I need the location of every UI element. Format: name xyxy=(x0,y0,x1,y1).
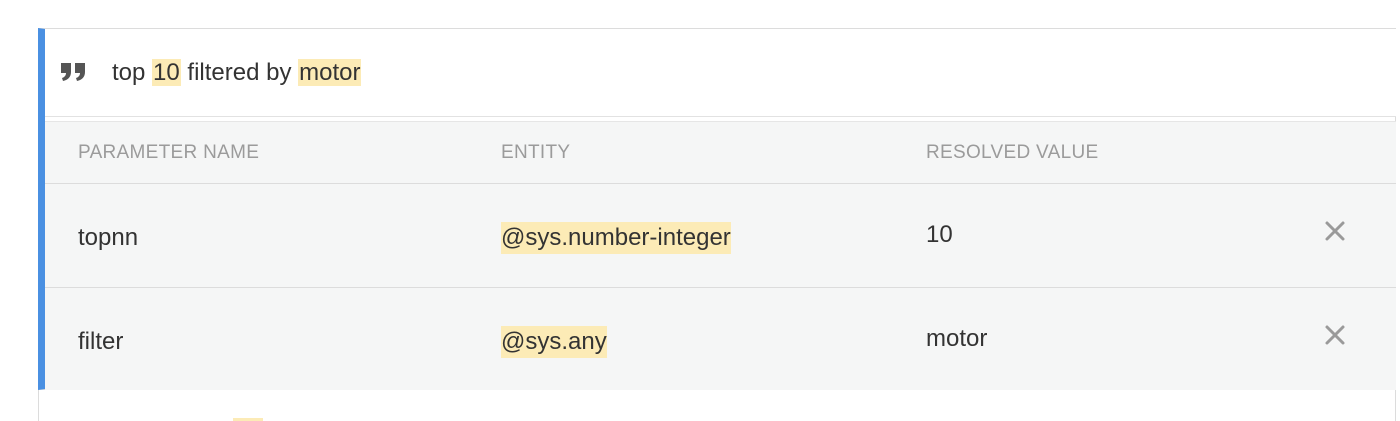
annotated-filter[interactable]: motor xyxy=(298,59,362,86)
close-icon[interactable] xyxy=(1322,322,1348,348)
training-phrase-row[interactable]: top 10 filtered by motor xyxy=(45,29,1396,117)
quote-icon xyxy=(60,59,88,83)
next-training-phrase-row[interactable] xyxy=(38,390,1396,421)
table-row: topnn @sys.number-integer 10 xyxy=(45,184,1396,288)
entity-name[interactable]: @sys.number-integer xyxy=(501,222,731,254)
column-header-parameter-name: PARAMETER NAME xyxy=(78,142,260,163)
parameter-name[interactable]: filter xyxy=(78,326,123,358)
close-icon[interactable] xyxy=(1322,218,1348,244)
parameters-table: PARAMETER NAME ENTITY RESOLVED VALUE top… xyxy=(45,121,1396,390)
phrase-text-part: filtered by xyxy=(180,59,299,86)
entity-name[interactable]: @sys.any xyxy=(501,326,607,358)
training-phrase-text[interactable]: top 10 filtered by motor xyxy=(112,57,362,89)
column-header-resolved-value: RESOLVED VALUE xyxy=(926,142,1099,163)
column-header-entity: ENTITY xyxy=(501,142,571,163)
parameter-name[interactable]: topnn xyxy=(78,222,138,254)
parameters-table-header: PARAMETER NAME ENTITY RESOLVED VALUE xyxy=(45,122,1396,184)
table-row: filter @sys.any motor xyxy=(45,288,1396,392)
training-phrase-card: top 10 filtered by motor PARAMETER NAME … xyxy=(38,28,1396,390)
resolved-value[interactable]: 10 xyxy=(926,219,953,251)
phrase-text-part: top xyxy=(112,59,153,86)
resolved-value[interactable]: motor xyxy=(926,323,987,355)
annotated-number[interactable]: 10 xyxy=(152,59,181,86)
